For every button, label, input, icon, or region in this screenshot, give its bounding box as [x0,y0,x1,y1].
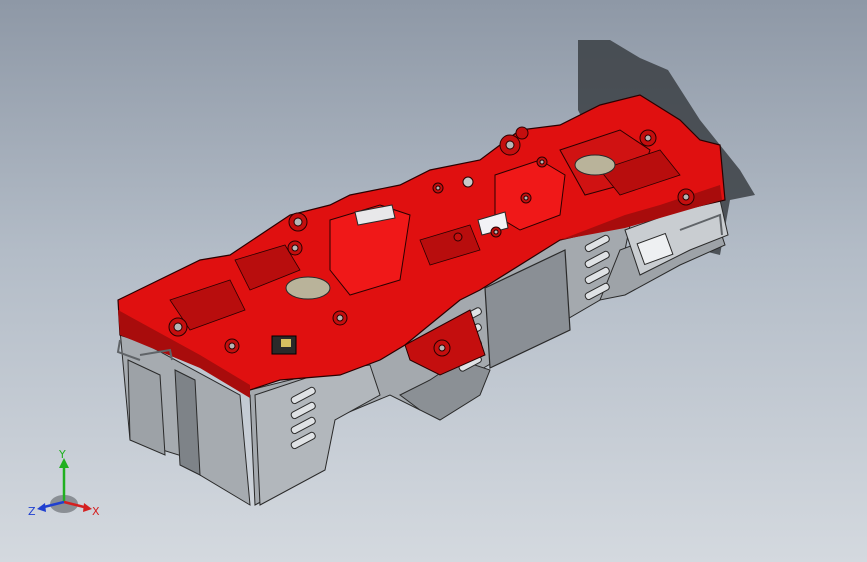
z-axis-label: Z [28,505,36,518]
coordinate-triad: Y X Z [28,448,100,518]
x-axis-label: X [92,505,100,518]
graphics-viewport[interactable]: Y X Z [0,0,867,562]
cad-model[interactable] [0,0,867,562]
y-axis-label: Y [58,448,66,461]
